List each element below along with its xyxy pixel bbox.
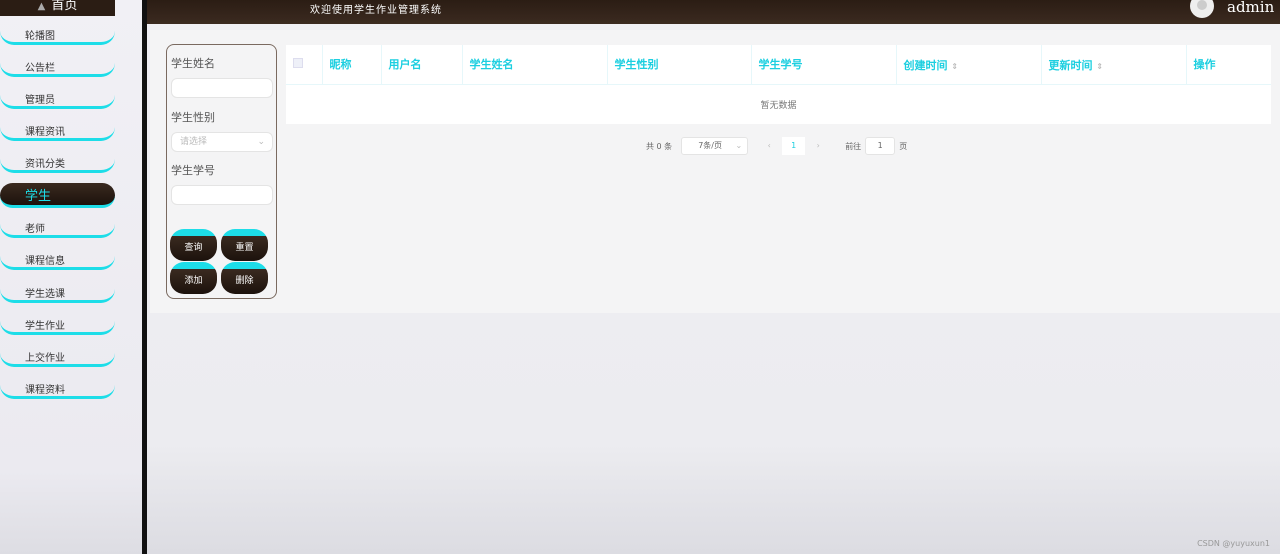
empty-row: 暂无数据: [286, 84, 1271, 124]
menu-item-admin[interactable]: 管理员: [0, 95, 115, 109]
gender-label: 学生性别: [171, 111, 215, 124]
menu-item-notice[interactable]: 公告栏: [0, 63, 115, 77]
menu-item-course-info[interactable]: 课程信息: [0, 256, 115, 270]
gender-placeholder: 请选择: [180, 137, 208, 147]
menu-item-carousel[interactable]: 轮播图: [0, 31, 115, 45]
watermark: CSDN @yuyuxun1: [1197, 539, 1270, 548]
total-count: 共 0 条: [646, 141, 673, 151]
menu-item-course-material[interactable]: 课程资料: [0, 385, 115, 399]
avatar[interactable]: [1190, 0, 1214, 18]
home-icon: ▲: [37, 1, 46, 12]
goto-page-input[interactable]: 1: [865, 137, 896, 155]
query-button[interactable]: 查询: [170, 229, 217, 261]
page-number-1[interactable]: 1: [782, 137, 806, 155]
reset-button[interactable]: 重置: [221, 229, 268, 261]
col-username: 用户名: [381, 45, 463, 85]
col-gender: 学生性别: [607, 45, 752, 85]
search-form: 学生姓名 学生性别 请选择 ⌄ 学生学号 查询 重置 添加 删除: [166, 44, 277, 299]
table-header-row: 昵称 用户名 学生姓名 学生性别 学生学号 创建时间 ⇕ 更新时间 ⇕ 操作: [286, 45, 1271, 85]
welcome-text: 欢迎使用学生作业管理系统: [310, 5, 442, 16]
page-unit: 页: [899, 141, 908, 151]
student-name-input[interactable]: [171, 78, 273, 98]
page-size-select[interactable]: 7条/页 ⌄: [681, 137, 749, 155]
content-panel: 学生姓名 学生性别 请选择 ⌄ 学生学号 查询 重置 添加 删除 昵称 用户名 学…: [150, 30, 1280, 313]
col-nickname: 昵称: [322, 45, 382, 85]
top-header: 欢迎使用学生作业管理系统 admin: [147, 0, 1280, 24]
chevron-down-icon: ⌄: [257, 137, 265, 147]
created-label: 创建时间: [903, 59, 948, 72]
chevron-down-icon: ⌄: [735, 141, 743, 150]
delete-button[interactable]: 删除: [221, 262, 268, 294]
name-label: 学生姓名: [171, 57, 215, 70]
menu-item-course-selection[interactable]: 学生选课: [0, 289, 115, 303]
col-student-number: 学生学号: [751, 45, 897, 85]
sidebar: ▲ 首页 轮播图 公告栏 管理员 课程资讯 资讯分类 学生 老师 课程信息 学生选…: [0, 0, 142, 554]
col-created[interactable]: 创建时间 ⇕: [896, 45, 1042, 85]
empty-text: 暂无数据: [760, 100, 797, 111]
select-all-checkbox[interactable]: [293, 57, 303, 68]
menu-home[interactable]: ▲ 首页: [0, 0, 115, 16]
goto-label: 前往: [845, 141, 862, 151]
menu-item-news-category[interactable]: 资讯分类: [0, 159, 115, 173]
menu-item-student[interactable]: 学生: [0, 183, 115, 208]
sort-icon[interactable]: ⇕: [951, 62, 958, 71]
sort-icon[interactable]: ⇕: [1096, 62, 1103, 71]
prev-page-button[interactable]: ‹: [759, 137, 780, 155]
pagination: 共 0 条 7条/页 ⌄ ‹ 1 › 前往 1 页: [646, 137, 907, 155]
gender-select[interactable]: 请选择 ⌄: [171, 132, 273, 152]
col-student-name: 学生姓名: [462, 45, 608, 85]
menu-item-homework[interactable]: 学生作业: [0, 321, 115, 335]
home-label: 首页: [51, 0, 78, 13]
menu-item-teacher[interactable]: 老师: [0, 224, 115, 238]
user-name[interactable]: admin: [1227, 0, 1274, 16]
next-page-button[interactable]: ›: [808, 137, 829, 155]
menu-item-course-news[interactable]: 课程资讯: [0, 127, 115, 141]
student-number-input[interactable]: [171, 185, 273, 205]
student-table: 昵称 用户名 学生姓名 学生性别 学生学号 创建时间 ⇕ 更新时间 ⇕ 操作 暂…: [286, 45, 1271, 124]
select-all-cell: [286, 45, 323, 85]
add-button[interactable]: 添加: [170, 262, 217, 294]
number-label: 学生学号: [171, 164, 215, 177]
menu-item-submit-homework[interactable]: 上交作业: [0, 353, 115, 367]
page-size-value: 7条/页: [698, 141, 722, 150]
col-updated[interactable]: 更新时间 ⇕: [1041, 45, 1187, 85]
sidebar-divider: [142, 0, 147, 554]
updated-label: 更新时间: [1048, 59, 1093, 72]
col-actions: 操作: [1186, 45, 1271, 85]
